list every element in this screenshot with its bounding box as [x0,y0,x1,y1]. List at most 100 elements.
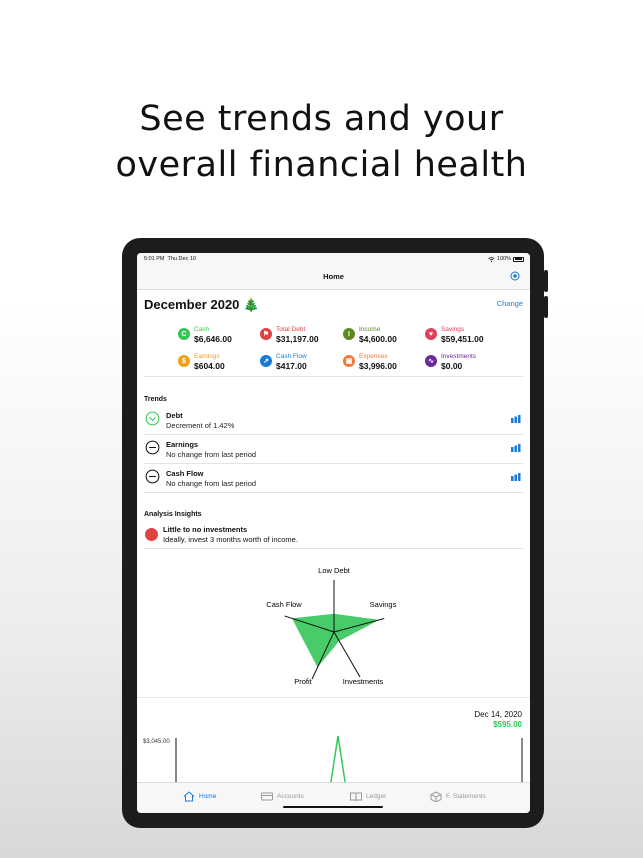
metric-value: $0.00 [441,361,463,371]
flag-icon: ⚑ [260,328,272,340]
tab-label: Home [199,793,217,800]
metric-label: Total Debt [276,326,306,333]
minus-circle-icon [145,469,160,484]
metric-income[interactable]: I Income $4,600.00 [343,326,397,344]
tab-bar: Home Accounts Ledger F. Statements [137,782,530,813]
tab-home[interactable]: Home [183,791,216,802]
home-indicator [283,806,383,808]
status-time: 5:01 PM Thu Dec 10 [144,256,196,262]
metric-cash-flow[interactable]: ↗ Cash Flow $417.00 [260,353,307,371]
insights-title: Analysis Insights [144,511,202,518]
metric-label: Cash Flow [276,353,307,360]
cash-icon: C [178,328,190,340]
status-clock: 5:01 PM [144,256,165,262]
app-screen: 5:01 PM Thu Dec 10 100% Home December 20… [137,253,530,813]
change-period-button[interactable]: Change [497,299,523,308]
tab-label: Ledger [366,793,387,800]
metric-label: Earnings [194,353,220,360]
trend-description: No change from last period [166,479,257,488]
graph-date: Dec 14, 2020 [474,710,522,719]
tab-label: F. Statements [446,793,486,800]
net-worth-graph[interactable]: Dec 14, 2020 $595.00 $3,045.00 [137,697,530,782]
wifi-icon [488,256,495,262]
trend-name: Earnings [166,440,199,449]
radar-axis-label: Investments [343,677,384,686]
headline: See trends and your overall financial he… [0,96,643,188]
volume-down-button [544,296,548,318]
metric-total-debt[interactable]: ⚑ Total Debt $31,197.00 [260,326,319,344]
trend-row-earnings[interactable]: Earnings No change from last period [144,435,523,464]
bar-chart-icon[interactable] [511,415,521,423]
insight-name: Little to no investments [163,525,248,534]
radar-axis-label: Cash Flow [266,600,302,609]
metric-value: $3,996.00 [359,361,397,371]
volume-up-button [544,270,548,292]
metric-value: $31,197.00 [276,334,319,344]
battery-percent: 100% [496,256,511,262]
trend-name: Debt [166,411,183,420]
metric-value: $417.00 [276,361,307,371]
trend-row-debt[interactable]: Debt Decrement of 1.42% [144,406,523,435]
radar-axis-label: Savings [370,600,397,609]
bar-chart-icon[interactable] [511,473,521,481]
house-icon [183,791,195,802]
radar-axis-line [333,631,361,678]
metric-cash[interactable]: C Cash $6,646.00 [178,326,232,344]
metric-label: Income [359,326,381,333]
trend-row-cash-flow[interactable]: Cash Flow No change from last period [144,464,523,493]
graph-plot [175,735,523,782]
lock-icon: ▣ [343,355,355,367]
metric-label: Expenses [359,353,388,360]
insight-description: Ideally, invest 3 months worth of income… [163,535,298,544]
headline-line-2: overall financial health [115,145,528,185]
status-right: 100% [488,256,524,262]
heart-icon: ♥ [425,328,437,340]
metric-earnings[interactable]: $ Earnings $604.00 [178,353,225,371]
tab-accounts[interactable]: Accounts [261,791,304,802]
insight-row[interactable]: Little to no investments Ideally, invest… [144,521,523,549]
arrow-up-right-icon: ↗ [260,355,272,367]
graph-line [330,735,346,782]
metric-savings[interactable]: ♥ Savings $59,451.00 [425,326,484,344]
status-bar: 5:01 PM Thu Dec 10 100% [137,253,530,265]
headline-line-1: See trends and your [139,99,504,139]
book-icon [350,792,362,802]
tab-label: Accounts [277,793,304,800]
metric-expenses[interactable]: ▣ Expenses $3,996.00 [343,353,397,371]
navigation-bar: Home [137,265,530,290]
metric-label: Investments [441,353,477,360]
home-content[interactable]: December 2020 🎄 Change C Cash $6,646.00 ⚑… [137,290,530,782]
trends-title: Trends [144,396,167,403]
tab-ledger[interactable]: Ledger [350,791,386,802]
cube-icon [430,791,442,802]
divider [144,376,523,377]
minus-circle-icon [145,440,160,455]
flag-icon [145,528,158,541]
financial-health-radar: Low Debt Savings Investments Profit Cash Flo… [266,566,397,686]
metric-value: $59,451.00 [441,334,484,344]
metric-investments[interactable]: ∿ Investments $0.00 [425,353,476,371]
period-title: December 2020 🎄 [144,297,260,312]
status-date: Thu Dec 10 [167,256,196,262]
metric-value: $6,646.00 [194,334,232,344]
metric-value: $4,600.00 [359,334,397,344]
metric-value: $604.00 [194,361,225,371]
radar-axis-label: Low Debt [318,566,351,575]
settings-gear-icon[interactable] [510,271,520,281]
metric-label: Savings [441,326,465,333]
waveform-icon: ∿ [425,355,437,367]
income-icon: I [343,328,355,340]
battery-icon [513,256,524,262]
credit-card-icon [261,792,273,801]
radar-value-area [291,613,380,668]
tab-financial-statements[interactable]: F. Statements [430,791,486,802]
trend-description: No change from last period [166,450,257,459]
metric-label: Cash [194,326,210,333]
dollar-icon: $ [178,355,190,367]
radar-axis-label: Profit [294,677,312,686]
trend-name: Cash Flow [166,469,204,478]
trend-description: Decrement of 1.42% [166,421,235,430]
chevron-down-circle-icon [145,411,160,426]
nav-title: Home [323,272,344,281]
bar-chart-icon[interactable] [511,444,521,452]
